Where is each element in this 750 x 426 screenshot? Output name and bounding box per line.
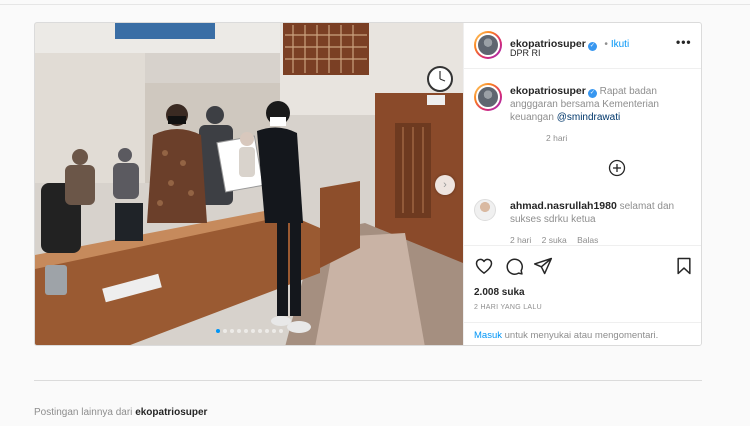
comment-username[interactable]: ahmad.nasrullah1980 xyxy=(510,200,617,212)
login-link[interactable]: Masuk xyxy=(474,330,502,341)
verified-badge-icon: ✓ xyxy=(587,42,597,51)
bookmark-icon[interactable] xyxy=(674,256,694,276)
author-avatar[interactable] xyxy=(474,31,502,59)
comment-time[interactable]: 2 hari xyxy=(510,235,531,245)
post-location[interactable]: DPR RI xyxy=(510,48,541,58)
comment-item: ahmad.nasrullah1980 selamat dan sukses s… xyxy=(510,200,696,226)
action-bar: 2.008 suka 2 HARI YANG LALU Masuk untuk … xyxy=(464,246,701,345)
next-media-button[interactable]: › xyxy=(435,175,455,195)
login-prompt: Masuk untuk menyukai atau mengomentari. xyxy=(474,330,658,341)
login-prompt-text: untuk menyukai atau mengomentari. xyxy=(504,330,659,341)
comment-likes[interactable]: 2 suka xyxy=(542,235,567,245)
carousel-dot xyxy=(250,329,255,333)
carousel-dot xyxy=(229,329,234,333)
caption-mention[interactable]: @smindrawati xyxy=(557,112,621,123)
more-posts-username[interactable]: ekopatriosuper xyxy=(135,407,207,418)
post-photo[interactable]: › xyxy=(35,23,463,345)
post-side-panel: ekopatriosuper ✓ • Ikuti DPR RI ••• ekopat… xyxy=(463,23,701,345)
more-posts-prefix: Postingan lainnya dari xyxy=(34,407,133,418)
load-more-comments-icon[interactable] xyxy=(608,159,626,177)
meeting-photo-illustration xyxy=(35,23,463,345)
comment-meta: 2 hari 2 suka Balas xyxy=(510,235,598,245)
carousel-dot xyxy=(278,329,283,333)
caption-username[interactable]: ekopatriosuper xyxy=(510,85,586,97)
verified-badge-icon: ✓ xyxy=(587,89,597,98)
carousel-indicator xyxy=(35,329,463,333)
comment-icon[interactable] xyxy=(504,256,524,276)
post-caption: ekopatriosuper ✓ Rapat badan angggaran be… xyxy=(510,85,696,124)
chevron-right-icon: › xyxy=(443,179,447,191)
comment-reply-button[interactable]: Balas xyxy=(577,235,598,245)
share-icon[interactable] xyxy=(533,256,553,276)
carousel-dot xyxy=(271,329,276,333)
login-divider xyxy=(464,322,701,323)
post-header: ekopatriosuper ✓ • Ikuti DPR RI ••• xyxy=(464,23,701,69)
carousel-dot xyxy=(264,329,269,333)
more-options-icon[interactable]: ••• xyxy=(676,35,692,49)
separator-dot: • xyxy=(604,39,608,50)
caption-avatar[interactable] xyxy=(474,83,502,111)
top-divider xyxy=(0,4,750,5)
follow-button[interactable]: Ikuti xyxy=(611,39,629,50)
instagram-post-embed: › ekopatriosuper ✓ • Ikuti DPR RI ••• ekop… xyxy=(34,22,702,346)
more-posts-heading: Postingan lainnya dari ekopatriosuper xyxy=(34,407,207,418)
carousel-dot xyxy=(257,329,262,333)
carousel-dot xyxy=(243,329,248,333)
carousel-dot xyxy=(222,329,227,333)
heart-icon[interactable] xyxy=(474,256,494,276)
carousel-dot xyxy=(215,329,220,333)
section-divider xyxy=(34,380,702,381)
caption-time[interactable]: 2 hari xyxy=(546,133,567,143)
post-timestamp[interactable]: 2 HARI YANG LALU xyxy=(474,304,542,311)
carousel-dot xyxy=(236,329,241,333)
commenter-avatar[interactable] xyxy=(474,199,496,221)
likes-count[interactable]: 2.008 suka xyxy=(474,287,525,298)
